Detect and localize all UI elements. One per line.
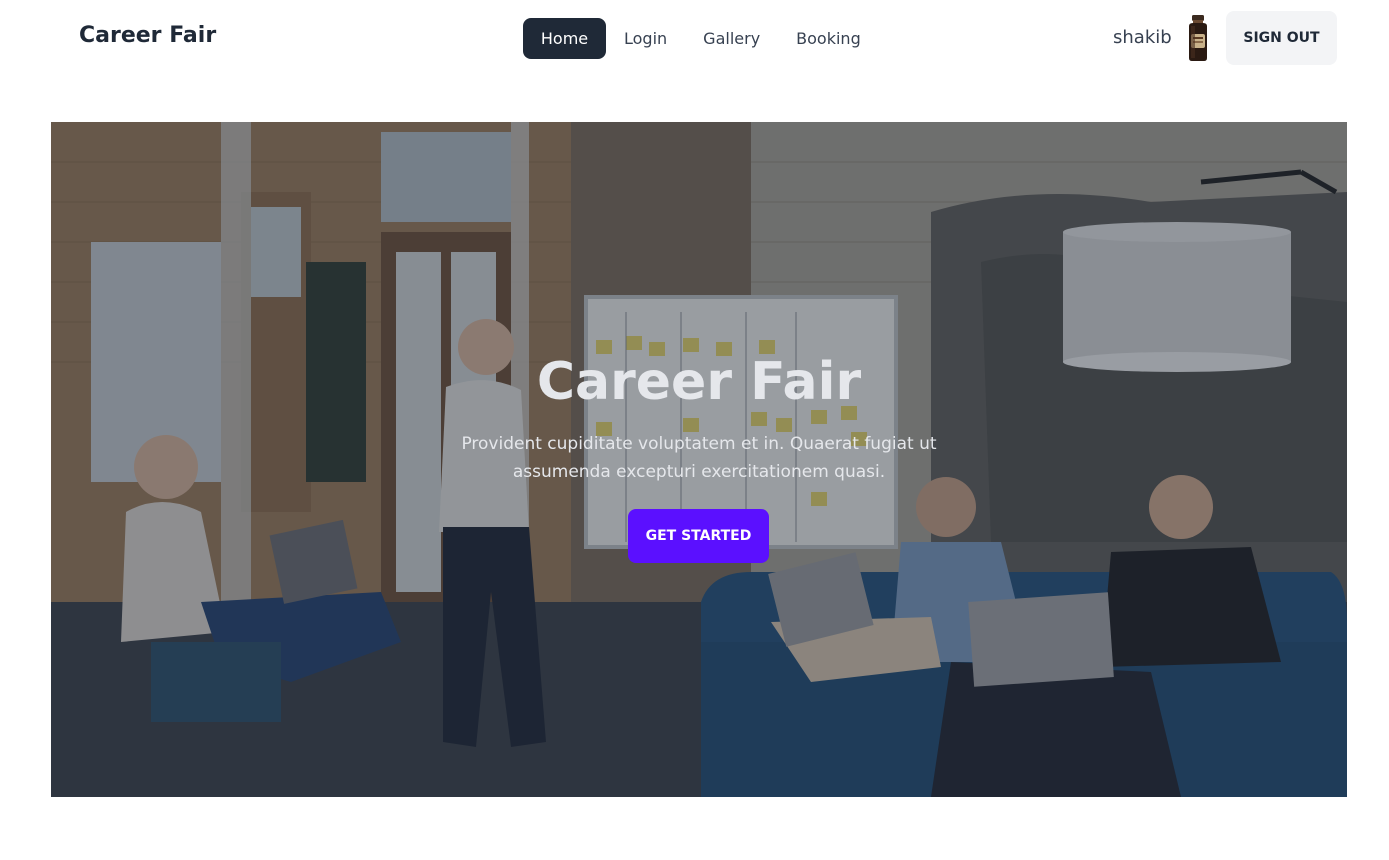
- nav-links: Home Login Gallery Booking: [523, 18, 879, 59]
- hero-title: Career Fair: [536, 352, 862, 412]
- nav-link-gallery[interactable]: Gallery: [685, 18, 778, 59]
- user-name: shakib: [1113, 27, 1172, 48]
- sign-out-button[interactable]: SIGN OUT: [1226, 11, 1337, 65]
- hero-description: Provident cupiditate voluptatem et in. Q…: [461, 434, 937, 482]
- hero-section: Career Fair Provident cupiditate volupta…: [51, 122, 1347, 797]
- navbar: Career Fair Home Login Gallery Booking s…: [0, 0, 1389, 76]
- brand-logo[interactable]: Career Fair: [79, 23, 216, 48]
- user-avatar-icon[interactable]: [1183, 14, 1213, 62]
- nav-link-booking[interactable]: Booking: [778, 18, 879, 59]
- get-started-button[interactable]: GET STARTED: [628, 509, 769, 563]
- nav-link-login[interactable]: Login: [606, 18, 685, 59]
- hero-content: Career Fair Provident cupiditate volupta…: [51, 122, 1347, 797]
- nav-link-home[interactable]: Home: [523, 18, 606, 59]
